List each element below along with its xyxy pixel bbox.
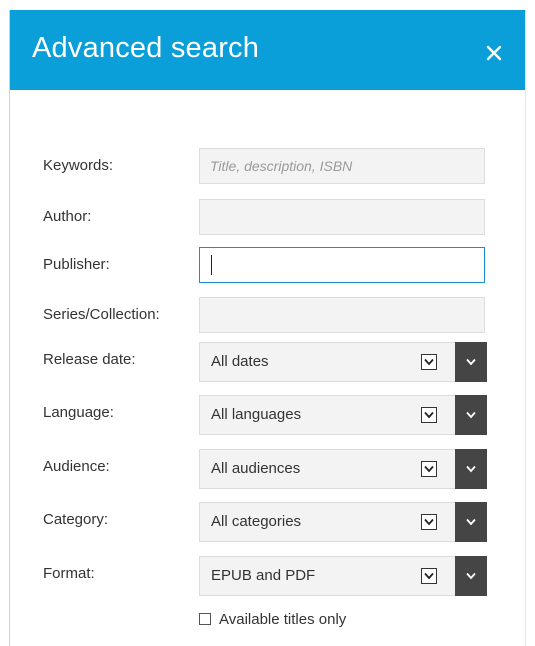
format-value: EPUB and PDF	[211, 567, 316, 584]
audience-value: All audiences	[211, 460, 301, 477]
release-date-label: Release date:	[43, 351, 136, 368]
audience-label: Audience:	[43, 458, 110, 475]
available-only-option[interactable]: Available titles only	[199, 609, 346, 629]
series-label: Series/Collection:	[43, 306, 160, 323]
text-cursor	[211, 255, 212, 275]
dropdown-button[interactable]	[455, 395, 487, 435]
chevron-down-icon	[421, 568, 437, 584]
series-row: Series/Collection:	[0, 295, 515, 335]
audience-row: Audience: All audiences	[0, 447, 515, 489]
dropdown-button[interactable]	[455, 449, 487, 489]
language-label: Language:	[43, 404, 114, 421]
category-label: Category:	[43, 511, 109, 528]
available-only-label: Available titles only	[219, 610, 347, 628]
dialog-title: Advanced search	[32, 32, 260, 64]
format-row: Format: EPUB and PDF	[0, 554, 515, 596]
language-row: Language: All languages	[0, 393, 515, 435]
chevron-down-icon	[421, 514, 437, 530]
dialog-header: Advanced search	[10, 10, 525, 90]
format-label: Format:	[43, 565, 95, 582]
publisher-input[interactable]	[199, 247, 485, 283]
dropdown-button[interactable]	[455, 556, 487, 596]
chevron-down-icon	[421, 461, 437, 477]
category-value: All categories	[211, 513, 302, 530]
publisher-label: Publisher:	[43, 256, 110, 273]
dropdown-button[interactable]	[455, 342, 487, 382]
keywords-row: Keywords:	[0, 146, 515, 186]
chevron-down-icon	[421, 407, 437, 423]
publisher-row: Publisher:	[0, 245, 515, 285]
release-date-select[interactable]: All dates	[199, 342, 487, 382]
language-value: All languages	[211, 406, 302, 423]
audience-select[interactable]: All audiences	[199, 449, 487, 489]
close-icon[interactable]	[481, 40, 507, 66]
available-only-checkbox[interactable]	[199, 613, 211, 625]
category-select[interactable]: All categories	[199, 502, 487, 542]
chevron-down-icon	[421, 354, 437, 370]
author-row: Author:	[0, 197, 515, 237]
release-date-row: Release date: All dates	[0, 340, 515, 382]
keywords-input[interactable]	[199, 148, 485, 184]
dropdown-button[interactable]	[455, 502, 487, 542]
release-date-value: All dates	[211, 353, 269, 370]
format-select[interactable]: EPUB and PDF	[199, 556, 487, 596]
series-input[interactable]	[199, 297, 485, 333]
author-label: Author:	[43, 208, 92, 225]
keywords-label: Keywords:	[43, 157, 114, 174]
language-select[interactable]: All languages	[199, 395, 487, 435]
author-input[interactable]	[199, 199, 485, 235]
category-row: Category: All categories	[0, 500, 515, 542]
